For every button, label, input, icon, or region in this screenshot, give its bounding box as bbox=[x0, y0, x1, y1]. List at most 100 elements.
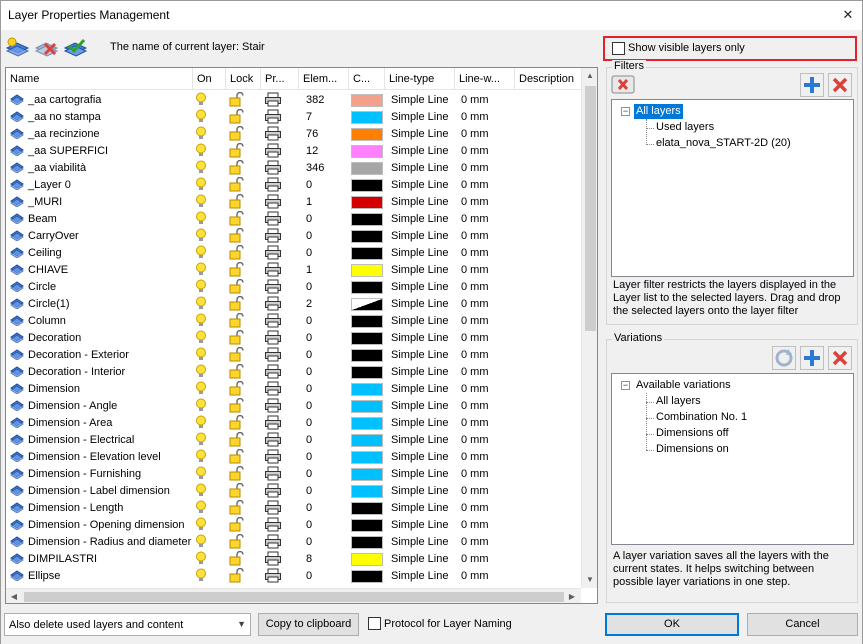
layer-name-cell[interactable]: CarryOver bbox=[10, 228, 194, 245]
protocol-checkbox[interactable] bbox=[368, 617, 381, 630]
vertical-scroll-thumb[interactable] bbox=[585, 86, 596, 331]
line-width[interactable]: 0 mm bbox=[461, 398, 489, 415]
color-swatch[interactable] bbox=[351, 417, 383, 430]
set-current-layer-button[interactable] bbox=[63, 35, 88, 60]
line-type[interactable]: Simple Line bbox=[391, 143, 448, 160]
variation-combination-1[interactable]: Combination No. 1 bbox=[656, 410, 747, 425]
printer-icon[interactable] bbox=[264, 143, 282, 160]
lock-icon[interactable] bbox=[228, 380, 246, 398]
printer-icon[interactable] bbox=[264, 126, 282, 143]
line-width[interactable]: 0 mm bbox=[461, 228, 489, 245]
lightbulb-icon[interactable] bbox=[195, 534, 209, 551]
lock-icon[interactable] bbox=[228, 312, 246, 330]
lock-icon[interactable] bbox=[228, 533, 246, 551]
lightbulb-icon[interactable] bbox=[195, 245, 209, 262]
lock-icon[interactable] bbox=[228, 108, 246, 126]
column-header-on[interactable]: On bbox=[193, 68, 226, 90]
column-header-elements[interactable]: Elem... bbox=[299, 68, 349, 90]
lightbulb-icon[interactable] bbox=[195, 330, 209, 347]
line-type[interactable]: Simple Line bbox=[391, 415, 448, 432]
table-row[interactable]: CHIAVE 1 Simple Line 0 mm bbox=[6, 261, 581, 279]
table-row[interactable]: Ellipse 0 Simple Line 0 mm bbox=[6, 567, 581, 585]
lock-icon[interactable] bbox=[228, 499, 246, 517]
layer-name-cell[interactable]: Circle(1) bbox=[10, 296, 194, 313]
line-type[interactable]: Simple Line bbox=[391, 398, 448, 415]
filters-tree[interactable]: − All layers Used layers elata_nova_STAR… bbox=[611, 99, 854, 277]
line-width[interactable]: 0 mm bbox=[461, 296, 489, 313]
table-row[interactable]: Decoration - Exterior 0 Simple Line 0 mm bbox=[6, 346, 581, 364]
printer-icon[interactable] bbox=[264, 228, 282, 245]
lock-icon[interactable] bbox=[228, 125, 246, 143]
table-row[interactable]: Circle(1) 2 Simple Line 0 mm bbox=[6, 295, 581, 313]
line-width[interactable]: 0 mm bbox=[461, 262, 489, 279]
filter-used-layers[interactable]: Used layers bbox=[656, 120, 714, 135]
line-width[interactable]: 0 mm bbox=[461, 211, 489, 228]
layer-name-cell[interactable]: Ceiling bbox=[10, 245, 194, 262]
scroll-up-icon[interactable]: ▲ bbox=[582, 68, 597, 84]
printer-icon[interactable] bbox=[264, 364, 282, 381]
color-swatch[interactable] bbox=[351, 213, 383, 226]
lightbulb-icon[interactable] bbox=[195, 551, 209, 568]
lightbulb-icon[interactable] bbox=[195, 568, 209, 585]
line-width[interactable]: 0 mm bbox=[461, 313, 489, 330]
lock-icon[interactable] bbox=[228, 210, 246, 228]
layer-name-cell[interactable]: CHIAVE bbox=[10, 262, 194, 279]
printer-icon[interactable] bbox=[264, 245, 282, 262]
filter-elata-nova[interactable]: elata_nova_START-2D (20) bbox=[656, 136, 791, 151]
lock-icon[interactable] bbox=[228, 567, 246, 585]
printer-icon[interactable] bbox=[264, 92, 282, 109]
color-swatch[interactable] bbox=[351, 264, 383, 277]
layer-name-cell[interactable]: Dimension - Label dimension bbox=[10, 483, 194, 500]
printer-icon[interactable] bbox=[264, 432, 282, 449]
printer-icon[interactable] bbox=[264, 517, 282, 534]
layer-name-cell[interactable]: _aa viabilità bbox=[10, 160, 194, 177]
line-type[interactable]: Simple Line bbox=[391, 364, 448, 381]
delete-layer-button[interactable] bbox=[34, 35, 59, 60]
lightbulb-icon[interactable] bbox=[195, 211, 209, 228]
color-swatch[interactable] bbox=[351, 315, 383, 328]
color-swatch[interactable] bbox=[351, 383, 383, 396]
lightbulb-icon[interactable] bbox=[195, 364, 209, 381]
lock-icon[interactable] bbox=[228, 363, 246, 381]
line-type[interactable]: Simple Line bbox=[391, 449, 448, 466]
line-width[interactable]: 0 mm bbox=[461, 279, 489, 296]
scroll-down-icon[interactable]: ▼ bbox=[582, 572, 597, 588]
layer-name-cell[interactable]: Dimension - Area bbox=[10, 415, 194, 432]
refresh-variation-button[interactable] bbox=[772, 346, 796, 370]
line-type[interactable]: Simple Line bbox=[391, 313, 448, 330]
color-swatch[interactable] bbox=[351, 230, 383, 243]
color-swatch[interactable] bbox=[351, 502, 383, 515]
table-row[interactable]: _Layer 0 0 Simple Line 0 mm bbox=[6, 176, 581, 194]
lock-icon[interactable] bbox=[228, 346, 246, 364]
layer-name-cell[interactable]: Ellipse bbox=[10, 568, 194, 585]
lightbulb-icon[interactable] bbox=[195, 279, 209, 296]
column-header-color[interactable]: C... bbox=[349, 68, 385, 90]
lock-icon[interactable] bbox=[228, 414, 246, 432]
color-swatch[interactable] bbox=[351, 179, 383, 192]
column-header-description[interactable]: Description bbox=[515, 68, 581, 90]
table-row[interactable]: Ceiling 0 Simple Line 0 mm bbox=[6, 244, 581, 262]
color-swatch[interactable] bbox=[351, 162, 383, 175]
printer-icon[interactable] bbox=[264, 279, 282, 296]
line-type[interactable]: Simple Line bbox=[391, 381, 448, 398]
lock-icon[interactable] bbox=[228, 431, 246, 449]
column-header-name[interactable]: Name bbox=[6, 68, 193, 90]
close-icon[interactable]: ✕ bbox=[839, 6, 857, 24]
color-swatch[interactable] bbox=[351, 145, 383, 158]
layer-name-cell[interactable]: _aa cartografia bbox=[10, 92, 194, 109]
delete-option-dropdown[interactable]: Also delete used layers and content ▼ bbox=[4, 613, 251, 636]
add-filter-button[interactable] bbox=[800, 73, 824, 97]
line-width[interactable]: 0 mm bbox=[461, 330, 489, 347]
lightbulb-icon[interactable] bbox=[195, 177, 209, 194]
color-swatch[interactable] bbox=[351, 196, 383, 209]
line-type[interactable]: Simple Line bbox=[391, 177, 448, 194]
copy-to-clipboard-button[interactable]: Copy to clipboard bbox=[258, 613, 359, 636]
table-row[interactable]: Dimension - Angle 0 Simple Line 0 mm bbox=[6, 397, 581, 415]
layer-table[interactable]: Name On Lock Pr... Elem... C... Line-typ… bbox=[5, 67, 598, 604]
printer-icon[interactable] bbox=[264, 194, 282, 211]
lightbulb-icon[interactable] bbox=[195, 194, 209, 211]
lightbulb-icon[interactable] bbox=[195, 228, 209, 245]
cancel-button[interactable]: Cancel bbox=[747, 613, 858, 636]
column-header-linetype[interactable]: Line-type bbox=[385, 68, 455, 90]
line-type[interactable]: Simple Line bbox=[391, 228, 448, 245]
